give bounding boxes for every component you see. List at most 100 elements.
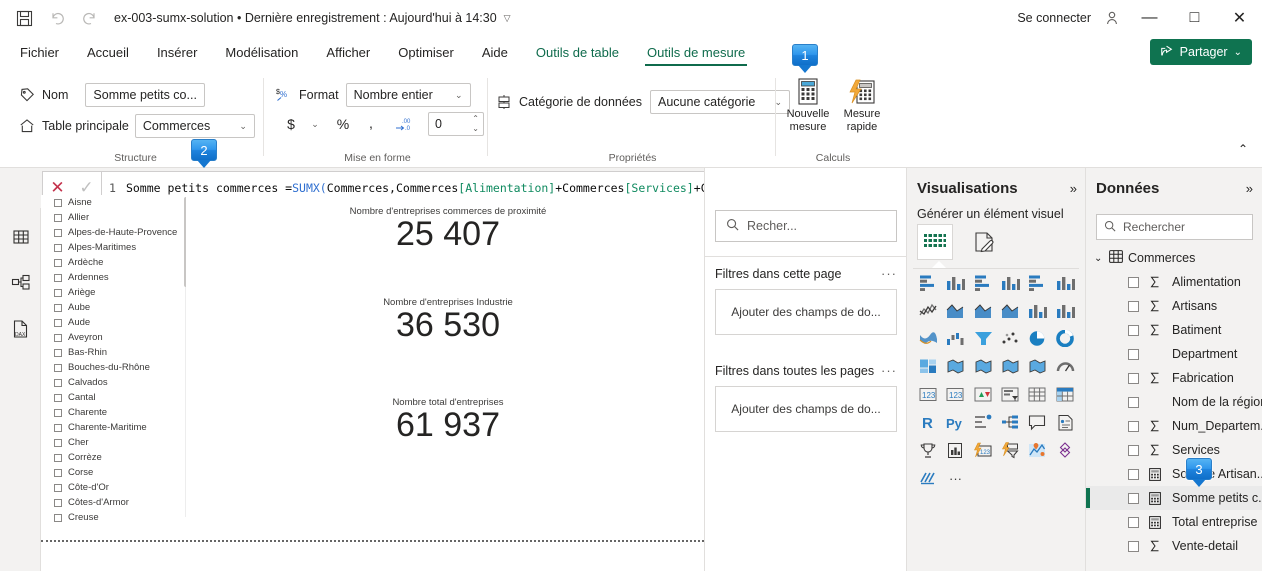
quick-measure-button[interactable]: Mesure rapide [835,76,889,134]
slicer-item[interactable]: Aisne [46,195,186,210]
dax-query-view-icon[interactable]: DAX [0,306,41,352]
slicer-item[interactable]: Aveyron [46,330,186,345]
slicer-scrollbar-thumb[interactable] [184,197,186,287]
percent-format-button[interactable]: % [332,112,354,136]
r-script-visual-icon[interactable]: R [915,412,942,433]
data-field-checkbox[interactable] [1128,349,1139,360]
slicer-item[interactable]: Creuse [46,510,186,525]
slicer-item[interactable]: Bas-Rhin [46,345,186,360]
slicer-checkbox[interactable] [54,319,62,327]
tab-aide[interactable]: Aide [468,36,522,68]
stepper-up-icon[interactable]: ⌃ [472,114,479,124]
close-button[interactable]: ✕ [1217,0,1262,36]
data-field-checkbox[interactable] [1128,469,1139,480]
slicer-checkbox[interactable] [54,199,62,207]
data-field-row[interactable]: Fabrication [1086,366,1262,390]
paint-format-icon[interactable] [967,224,1003,260]
data-field-row[interactable]: Services [1086,438,1262,462]
stacked-bar-chart-icon[interactable] [915,272,942,293]
maximize-button[interactable]: □ [1172,0,1217,36]
sign-in-button[interactable]: Se connecter [1017,11,1091,25]
data-field-row[interactable]: Num_Departem... [1086,414,1262,438]
donut-chart-icon[interactable] [1052,328,1079,349]
slicer-item[interactable]: Calvados [46,375,186,390]
data-field-checkbox[interactable] [1128,277,1139,288]
qa-visual-icon[interactable] [1024,412,1051,433]
data-field-checkbox[interactable] [1128,301,1139,312]
data-field-checkbox[interactable] [1128,493,1139,504]
slicer-checkbox[interactable] [54,484,62,492]
data-field-row[interactable]: Vente-detail [1086,534,1262,558]
slicer-checkbox[interactable] [54,274,62,282]
table-view-icon[interactable] [0,214,41,260]
format-select[interactable]: Nombre entier ⌄ [346,83,471,107]
azure-map-icon[interactable] [1024,356,1051,377]
map-icon[interactable] [942,356,969,377]
card-icon[interactable]: 123 [915,384,942,405]
pie-chart-icon[interactable] [1024,328,1051,349]
currency-format-button[interactable]: $ [280,112,302,136]
data-search-input[interactable]: Rechercher [1096,214,1253,240]
slicer-item[interactable]: Bouches-du-Rhône [46,360,186,375]
100-stacked-area-chart-icon[interactable] [997,300,1024,321]
slicer-item[interactable]: Cantal [46,390,186,405]
funnel-chart-icon[interactable] [970,328,997,349]
card-visual[interactable]: Nombre d'entreprises Industrie 36 530 [303,297,593,345]
filters-all-pages-more-button[interactable]: ··· [881,363,897,378]
tab-outils-de-mesure[interactable]: Outils de mesure [633,36,759,68]
filters-all-pages-dropzone[interactable]: Ajouter des champs de do... [715,386,897,432]
100-stacked-column-chart-icon[interactable] [1052,272,1079,293]
slicer-item[interactable]: Allier [46,210,186,225]
slicer-item[interactable]: Côtes-d'Armor [46,495,186,510]
filters-page-more-button[interactable]: ··· [881,266,897,281]
stacked-column-chart-icon[interactable] [942,272,969,293]
data-field-row[interactable]: Total entreprise [1086,510,1262,534]
more-visuals-icon[interactable]: ··· [942,468,969,489]
minimize-button[interactable]: — [1127,0,1172,36]
department-slicer[interactable]: AisneAllierAlpes-de-Haute-ProvenceAlpes-… [46,195,186,525]
card-visual[interactable]: Nombre total d'entreprises 61 937 [303,397,593,445]
slicer-checkbox[interactable] [54,454,62,462]
slicer-checkbox[interactable] [54,334,62,342]
decrease-decimals-button[interactable]: .00 .0 [392,112,418,136]
slicer-checkbox[interactable] [54,244,62,252]
slicer-checkbox[interactable] [54,499,62,507]
python-visual-icon[interactable]: Py [942,412,969,433]
visio-icon[interactable] [1052,440,1079,461]
slicer-checkbox[interactable] [54,439,62,447]
data-category-select[interactable]: Aucune catégorie ⌄ [650,90,790,114]
card-visual[interactable]: Nombre d'entreprises commerces de proxim… [303,206,593,254]
data-field-checkbox[interactable] [1128,325,1139,336]
filters-search-input[interactable]: Recher... [715,210,897,242]
new-measure-button[interactable]: Nouvelle mesure [781,76,835,134]
slicer-item[interactable]: Ardèche [46,255,186,270]
filled-map-icon[interactable] [970,356,997,377]
tab-modelisation[interactable]: Modélisation [211,36,312,68]
power-apps-icon[interactable]: 123 [970,440,997,461]
redo-icon[interactable] [74,4,102,32]
slicer-item[interactable]: Côte-d'Or [46,480,186,495]
build-visual-icon[interactable] [917,224,953,260]
waterfall-chart-icon[interactable] [942,328,969,349]
ribbon-chart-icon[interactable] [915,328,942,349]
scatter-chart-icon[interactable] [997,328,1024,349]
matrix-icon[interactable] [1052,384,1079,405]
filters-page-dropzone[interactable]: Ajouter des champs de do... [715,289,897,335]
slicer-item[interactable]: Cher [46,435,186,450]
line-stacked-column-chart-icon[interactable] [1024,300,1051,321]
area-chart-icon[interactable] [942,300,969,321]
currency-dropdown-chevron[interactable]: ⌄ [304,112,326,136]
home-table-select[interactable]: Commerces ⌄ [135,114,255,138]
decimal-places-stepper[interactable]: 0 ⌃ ⌄ [428,112,484,136]
metrics-icon[interactable] [915,440,942,461]
tab-accueil[interactable]: Accueil [73,36,143,68]
slicer-item[interactable]: Charente [46,405,186,420]
azure-ml-icon[interactable] [915,468,942,489]
data-field-row[interactable]: Alimentation [1086,270,1262,294]
slicer-checkbox[interactable] [54,379,62,387]
multi-row-card-icon[interactable]: 123 [942,384,969,405]
person-icon[interactable] [1097,3,1127,33]
slicer-checkbox[interactable] [54,424,62,432]
thousands-separator-button[interactable]: , [362,112,384,136]
tab-fichier[interactable]: Fichier [6,36,73,68]
